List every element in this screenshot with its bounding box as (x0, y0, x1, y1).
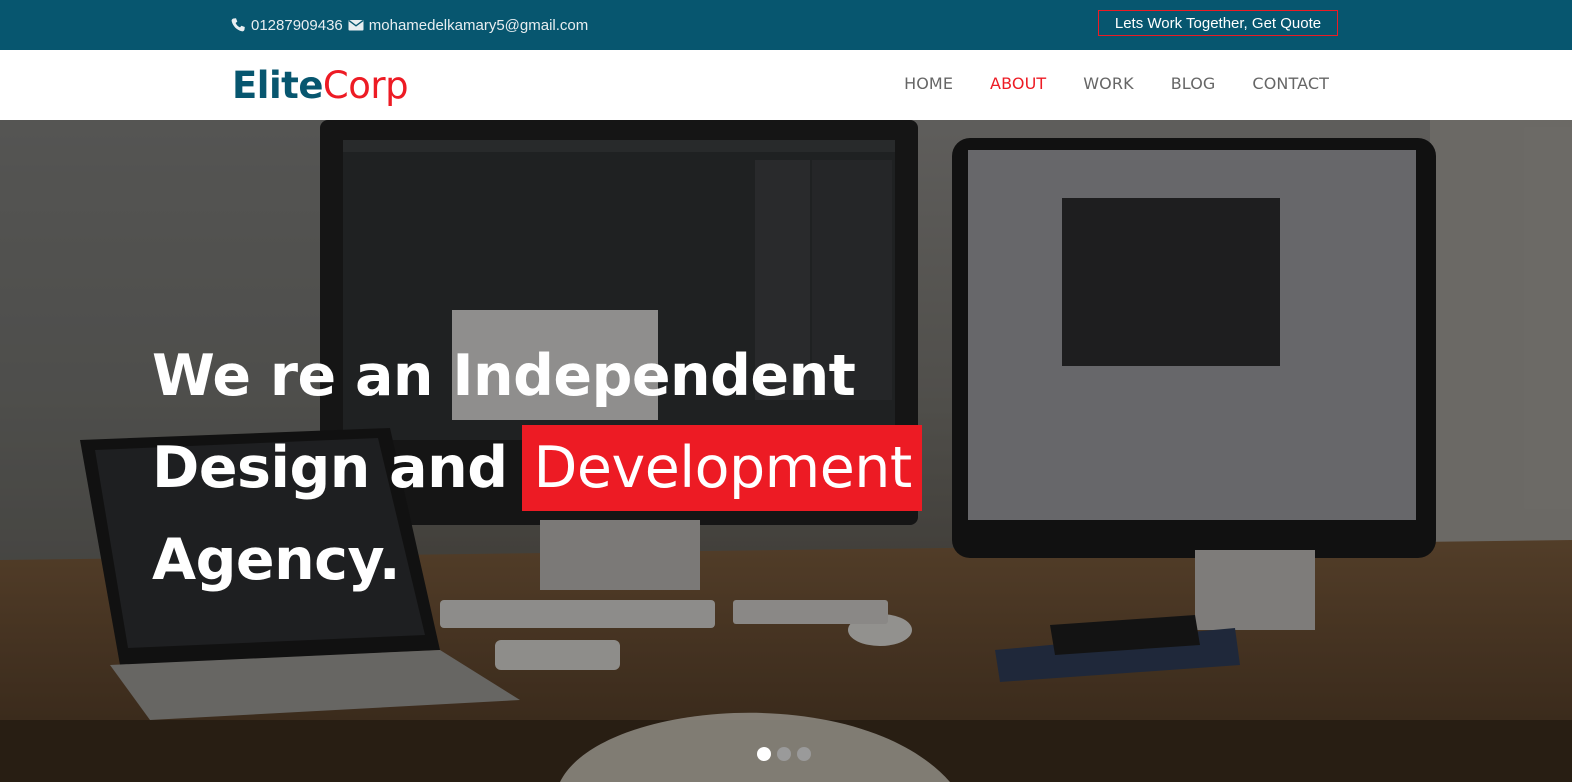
headline-line-1: We re an Independent (152, 343, 856, 409)
hero-headline: We re an Independent Design and Developme… (152, 330, 922, 606)
envelope-icon (348, 20, 364, 31)
contact-info: 01287909436 mohamedelkamary5@gmail.com (230, 14, 588, 36)
headline-line-3: Agency. (152, 527, 401, 593)
logo-part-corp: Corp (322, 64, 409, 107)
logo-part-elite: Elite (232, 64, 323, 107)
nav-item-contact[interactable]: CONTACT (1252, 74, 1329, 93)
headline-highlight-development: Development (521, 425, 922, 511)
headline-line-2: Design and Development (152, 422, 922, 514)
get-quote-button[interactable]: Lets Work Together, Get Quote (1098, 10, 1338, 36)
main-nav: HOME ABOUT WORK BLOG CONTACT (867, 74, 1329, 93)
top-bar: 01287909436 mohamedelkamary5@gmail.com L… (0, 0, 1572, 50)
logo[interactable]: EliteCorp (232, 64, 409, 108)
nav-item-home[interactable]: HOME (904, 74, 953, 93)
slider-dot-1[interactable] (757, 747, 771, 761)
hero-slider: We re an Independent Design and Developme… (0, 120, 1572, 782)
phone-number[interactable]: 01287909436 (251, 17, 343, 34)
nav-item-blog[interactable]: BLOG (1171, 74, 1216, 93)
nav-item-about[interactable]: ABOUT (990, 74, 1046, 93)
headline-design-and: Design and (152, 435, 508, 501)
slider-dots (757, 747, 817, 761)
nav-item-work[interactable]: WORK (1083, 74, 1133, 93)
navbar: EliteCorp HOME ABOUT WORK BLOG CONTACT (0, 50, 1572, 120)
email-address[interactable]: mohamedelkamary5@gmail.com (369, 17, 588, 34)
slider-dot-3[interactable] (797, 747, 811, 761)
phone-icon (231, 18, 245, 32)
slider-dot-2[interactable] (777, 747, 791, 761)
